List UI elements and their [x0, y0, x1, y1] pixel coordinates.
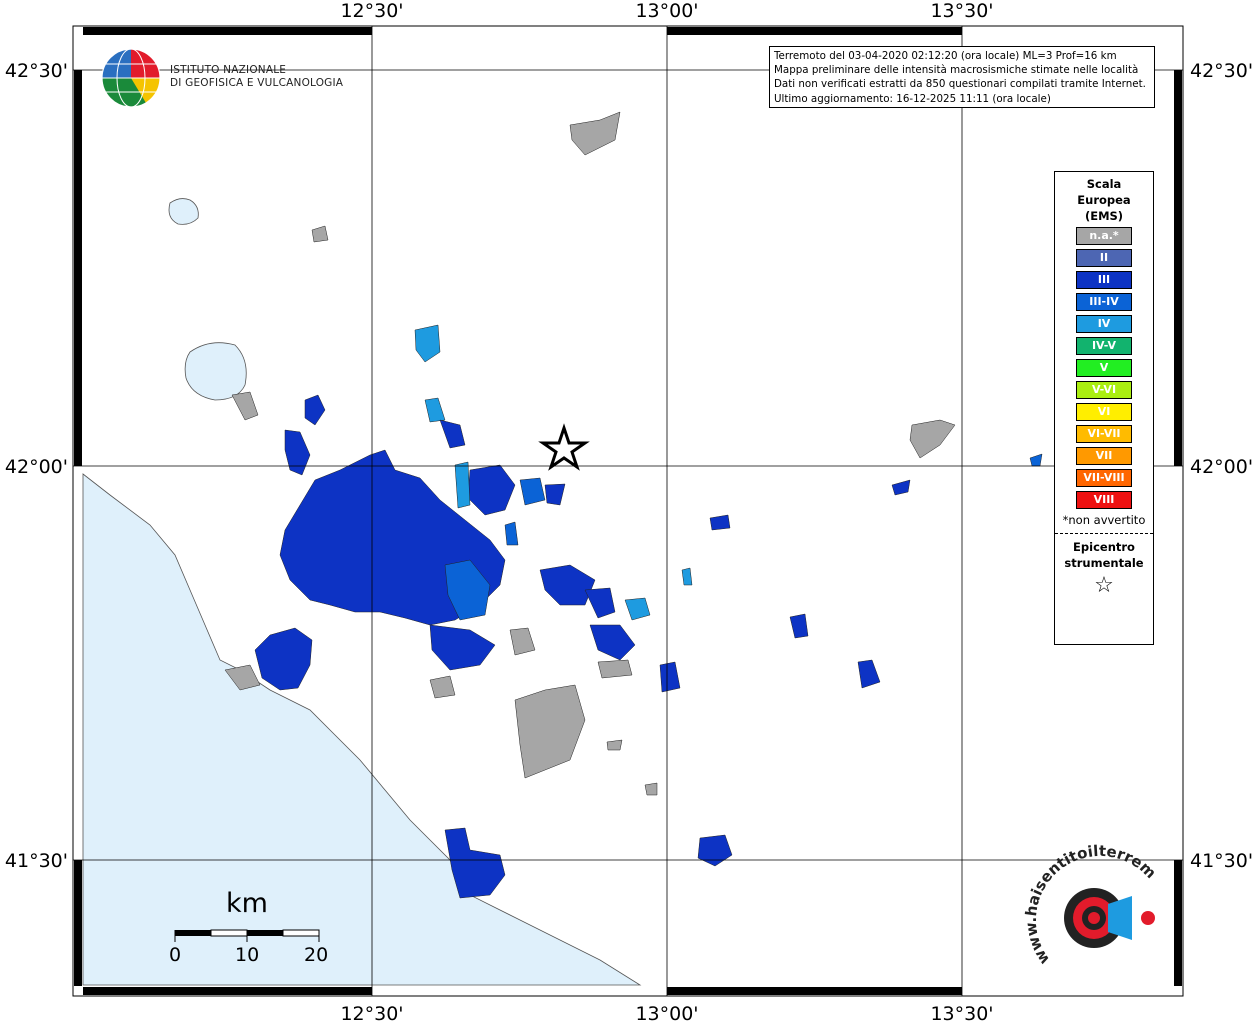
legend-items: n.a.* II III III-IV IV IV-V V V-VI VI VI-VII VII VI…	[1055, 227, 1153, 509]
legend-item: V	[1076, 359, 1132, 377]
scale-label-0: 0	[169, 944, 182, 966]
legend-title-1: Scala	[1086, 177, 1122, 191]
legend-item: III	[1076, 271, 1132, 289]
lake-bracciano	[184, 342, 247, 401]
legend-title: Scala Europea (EMS)	[1055, 176, 1153, 224]
legend-epicenter-title: Epicentro strumentale	[1055, 539, 1153, 571]
legend-epicenter-line-2: strumentale	[1064, 556, 1144, 570]
legend-item: n.a.*	[1076, 227, 1132, 245]
info-line-1: Terremoto del 03-04-2020 02:12:20 (ora l…	[774, 50, 1117, 62]
earthquake-info-box: Terremoto del 03-04-2020 02:12:20 (ora l…	[769, 46, 1155, 108]
scale-title: km	[226, 888, 268, 919]
legend-item: VII-VIII	[1076, 469, 1132, 487]
lat-label-left-2: 42°00'	[5, 456, 68, 478]
legend-item: IV	[1076, 315, 1132, 333]
area-na-mid3	[597, 659, 633, 679]
legend-item: VI-VII	[1076, 425, 1132, 443]
ingv-line-1: ISTITUTO NAZIONALE	[170, 64, 287, 76]
lon-label-bottom-2: 13°00'	[635, 1003, 698, 1024]
ingv-globe-icon	[101, 48, 161, 108]
area-na-small3	[606, 739, 623, 751]
lat-label-right-2: 42°00'	[1190, 456, 1253, 478]
scale-label-10: 10	[235, 944, 260, 966]
legend-item: VI	[1076, 403, 1132, 421]
area-small1	[709, 514, 731, 531]
legend-item: IV-V	[1076, 337, 1132, 355]
lat-label-left-1: 42°30'	[5, 60, 68, 82]
ingv-logo-text: ISTITUTO NAZIONALE DI GEOFISICA E VULCAN…	[170, 64, 343, 90]
legend-item: V-VI	[1076, 381, 1132, 399]
ems-legend: Scala Europea (EMS) n.a.* II III III-IV IV IV…	[1054, 171, 1154, 645]
legend-separator	[1055, 533, 1153, 534]
info-line-2: Mappa preliminare delle intensità macros…	[774, 64, 1139, 77]
scale-label-20: 20	[304, 944, 329, 966]
lon-label-top-3: 13°30'	[930, 0, 993, 22]
legend-note: *non avvertito	[1062, 513, 1146, 527]
legend-item: III-IV	[1076, 293, 1132, 311]
legend-item: VIII	[1076, 491, 1132, 509]
legend-title-2: Europea	[1077, 193, 1131, 207]
legend-star-icon: ☆	[1094, 573, 1114, 598]
lon-label-bottom-1: 12°30'	[340, 1003, 403, 1024]
ingv-line-2: DI GEOFISICA E VULCANOLOGIA	[170, 77, 344, 89]
info-line-4: Ultimo aggiornamento: 16-12-2025 11:11 (…	[774, 92, 1051, 105]
legend-title-3: (EMS)	[1084, 209, 1124, 223]
legend-item: II	[1076, 249, 1132, 267]
legend-epicenter-line-1: Epicentro	[1073, 540, 1135, 554]
legend-item: VII	[1076, 447, 1132, 465]
lon-label-bottom-3: 13°30'	[930, 1003, 993, 1024]
lat-label-left-3: 41°30'	[5, 850, 68, 872]
lon-label-top-1: 12°30'	[340, 0, 403, 22]
area-na-small2	[644, 782, 658, 796]
lon-label-top-2: 13°00'	[635, 0, 698, 22]
info-line-3: Dati non verificati estratti da 850 ques…	[774, 78, 1146, 91]
area-iv4	[681, 567, 693, 586]
lat-label-right-3: 41°30'	[1190, 850, 1253, 872]
lat-label-right-1: 42°30'	[1190, 60, 1253, 82]
